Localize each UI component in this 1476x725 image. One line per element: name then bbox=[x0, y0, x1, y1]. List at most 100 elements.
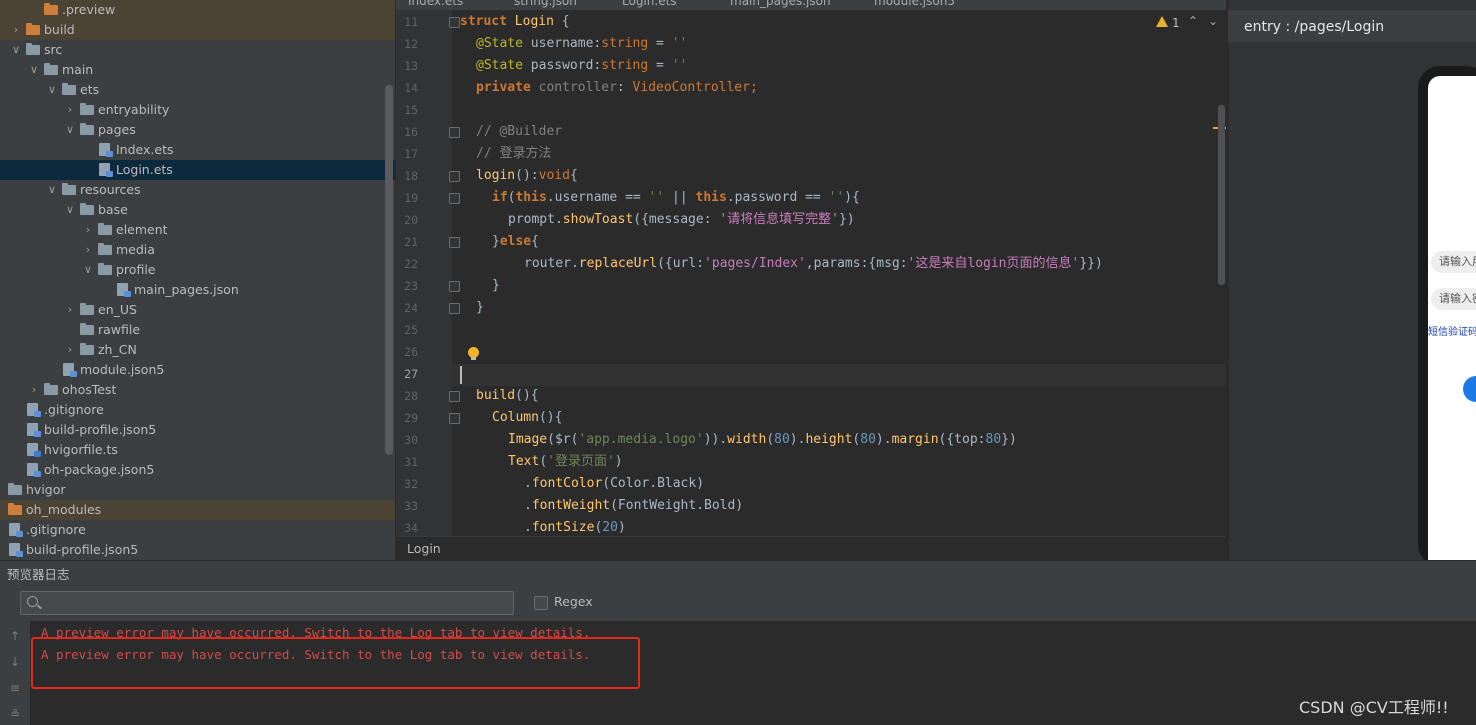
clear-log-icon[interactable]: ≗ bbox=[9, 707, 21, 721]
soft-wrap-icon[interactable]: ≡ bbox=[9, 681, 21, 695]
editor-scrollbar[interactable] bbox=[1218, 105, 1225, 285]
tree-item[interactable]: › element bbox=[0, 220, 395, 240]
fold-marker[interactable] bbox=[449, 17, 460, 28]
chevron-down-icon[interactable]: ∨ bbox=[64, 120, 76, 140]
tree-item[interactable]: › hvigor bbox=[0, 480, 395, 500]
previous-highlight-icon[interactable]: ⌃ bbox=[1188, 14, 1198, 28]
tree-item[interactable]: Index.ets bbox=[0, 140, 395, 160]
chevron-down-icon[interactable]: ∨ bbox=[82, 260, 94, 280]
tree-item-label: oh_modules bbox=[26, 502, 102, 517]
tab-module-json5[interactable]: module.json5 bbox=[874, 0, 955, 10]
folder-icon bbox=[80, 343, 94, 355]
fold-marker[interactable] bbox=[449, 237, 460, 248]
password-input[interactable]: 请输入密码 bbox=[1431, 288, 1476, 310]
tree-item[interactable]: .preview bbox=[0, 0, 395, 20]
tree-item[interactable]: › zh_CN bbox=[0, 340, 395, 360]
tab-string-json[interactable]: string.json bbox=[514, 0, 577, 10]
tree-item[interactable]: ∨ ets bbox=[0, 80, 395, 100]
editor-tab-bar: Index.ets string.json Login.ets main_pag… bbox=[396, 0, 1226, 10]
tree-item-label: src bbox=[44, 42, 63, 57]
tree-item[interactable]: .gitignore bbox=[0, 520, 395, 540]
tree-item-label: ets bbox=[80, 82, 100, 97]
tree-item[interactable]: build-profile.json5 bbox=[0, 420, 395, 440]
fold-marker[interactable] bbox=[449, 193, 460, 204]
folder-icon bbox=[98, 263, 112, 275]
tree-item[interactable]: › media bbox=[0, 240, 395, 260]
line-number: 30 bbox=[404, 433, 418, 447]
tree-item[interactable]: › entryability bbox=[0, 100, 395, 120]
line-number: 23 bbox=[404, 279, 418, 293]
chevron-right-icon[interactable]: › bbox=[0, 500, 4, 520]
line-number: 15 bbox=[404, 103, 418, 117]
chevron-right-icon[interactable]: › bbox=[10, 20, 22, 40]
warning-icon[interactable] bbox=[1156, 16, 1168, 27]
chevron-right-icon[interactable]: › bbox=[82, 220, 94, 240]
tree-item[interactable]: .gitignore bbox=[0, 400, 395, 420]
folder-icon bbox=[8, 503, 22, 515]
code-line-18: login():void{ bbox=[476, 168, 578, 183]
tree-item[interactable]: ∨ pages bbox=[0, 120, 395, 140]
chevron-right-icon[interactable]: › bbox=[28, 380, 40, 400]
chevron-down-icon[interactable]: ∨ bbox=[46, 80, 58, 100]
log-search-input[interactable] bbox=[20, 591, 514, 615]
tree-item[interactable]: › oh_modules bbox=[0, 500, 395, 520]
tree-item[interactable]: › en_US bbox=[0, 300, 395, 320]
tab-main-pages-json[interactable]: main_pages.json bbox=[730, 0, 831, 10]
chevron-down-icon[interactable]: ∨ bbox=[46, 180, 58, 200]
username-input[interactable]: 请输入用户名 bbox=[1431, 251, 1476, 273]
tree-item-label: zh_CN bbox=[98, 342, 137, 357]
tree-item[interactable]: ∨ resources bbox=[0, 180, 395, 200]
line-number: 13 bbox=[404, 59, 418, 73]
fold-marker[interactable] bbox=[449, 391, 460, 402]
folder-icon bbox=[80, 123, 94, 135]
tree-item[interactable]: ∨ base bbox=[0, 200, 395, 220]
fold-marker[interactable] bbox=[449, 303, 460, 314]
tree-item-label: build-profile.json5 bbox=[26, 542, 139, 557]
tree-item-label: module.json5 bbox=[80, 362, 165, 377]
tree-item[interactable]: hvigorfile.ts bbox=[0, 440, 395, 460]
tab-index-ets[interactable]: Index.ets bbox=[408, 0, 463, 10]
fold-marker[interactable] bbox=[449, 281, 460, 292]
scroll-down-icon[interactable]: ↓ bbox=[9, 655, 21, 669]
fold-marker[interactable] bbox=[449, 127, 460, 138]
tree-item[interactable]: main_pages.json bbox=[0, 280, 395, 300]
tree-item[interactable]: module.json5 bbox=[0, 360, 395, 380]
folder-icon bbox=[80, 203, 94, 215]
tree-item-label: profile bbox=[116, 262, 156, 277]
chevron-down-icon[interactable]: ∨ bbox=[64, 200, 76, 220]
lightbulb-icon[interactable] bbox=[468, 347, 479, 360]
line-number: 20 bbox=[404, 213, 418, 227]
tree-item[interactable]: build-profile.json5 bbox=[0, 540, 395, 560]
chevron-down-icon[interactable]: ∨ bbox=[10, 40, 22, 60]
tree-item-label: pages bbox=[98, 122, 136, 137]
tree-item[interactable]: Login.ets bbox=[0, 160, 395, 180]
tree-item-label: ohosTest bbox=[62, 382, 117, 397]
folder-icon bbox=[62, 183, 76, 195]
chevron-right-icon[interactable]: › bbox=[64, 300, 76, 320]
chevron-right-icon[interactable]: › bbox=[0, 480, 4, 500]
line-number: 31 bbox=[404, 455, 418, 469]
tree-item[interactable]: › build bbox=[0, 20, 395, 40]
next-highlight-icon[interactable]: ⌄ bbox=[1208, 14, 1218, 28]
tree-item[interactable]: ∨ main bbox=[0, 60, 395, 80]
breadcrumb-item[interactable]: Login bbox=[407, 541, 441, 556]
regex-checkbox[interactable] bbox=[534, 596, 548, 610]
chevron-down-icon[interactable]: ∨ bbox=[28, 60, 40, 80]
fold-marker[interactable] bbox=[449, 171, 460, 182]
scroll-up-icon[interactable]: ↑ bbox=[9, 629, 21, 643]
chevron-right-icon[interactable]: › bbox=[64, 100, 76, 120]
tree-item[interactable]: ∨ profile bbox=[0, 260, 395, 280]
chevron-right-icon[interactable]: › bbox=[82, 240, 94, 260]
code-line-20: prompt.showToast({message: '请将信息填写完整'}) bbox=[508, 212, 855, 227]
sms-code-link[interactable]: 短信验证码 bbox=[1428, 323, 1476, 338]
tree-item[interactable]: oh-package.json5 bbox=[0, 460, 395, 480]
tab-login-ets[interactable]: Login.ets bbox=[622, 0, 677, 10]
project-tree-scrollbar[interactable] bbox=[385, 85, 393, 455]
chevron-right-icon[interactable]: › bbox=[64, 340, 76, 360]
tree-item[interactable]: rawfile bbox=[0, 320, 395, 340]
code-line-33: .fontWeight(FontWeight.Bold) bbox=[524, 498, 744, 513]
previewer-page-path: entry : /pages/Login bbox=[1244, 19, 1385, 35]
tree-item[interactable]: › ohosTest bbox=[0, 380, 395, 400]
fold-marker[interactable] bbox=[449, 413, 460, 424]
tree-item[interactable]: ∨ src bbox=[0, 40, 395, 60]
